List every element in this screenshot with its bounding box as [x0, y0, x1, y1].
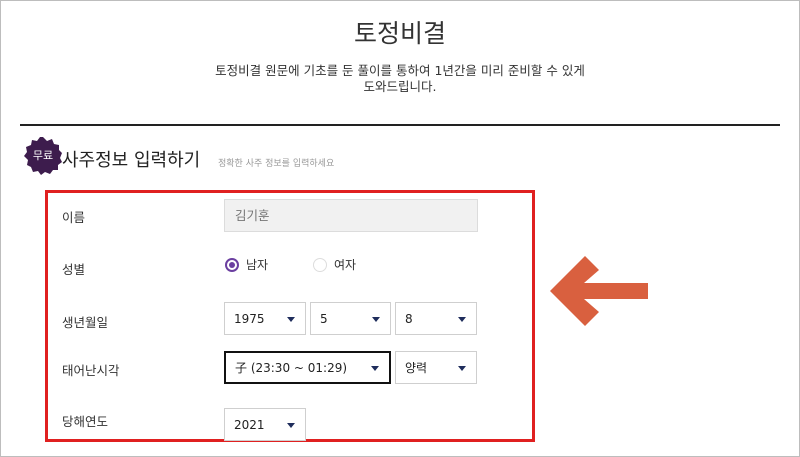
gender-option-female[interactable]: 여자 [313, 256, 356, 273]
radio-unselected-icon[interactable] [313, 257, 327, 272]
radio-selected-icon[interactable] [225, 257, 239, 272]
section-title: 사주정보 입력하기 [62, 150, 201, 171]
birth-year-value: 1975 [234, 311, 265, 326]
page-description-line2: 도와드립니다. [363, 79, 437, 94]
gender-female-label: 여자 [334, 258, 357, 272]
gender-male-label: 남자 [246, 258, 269, 272]
caret-down-icon [458, 316, 466, 322]
current-year-value: 2021 [234, 417, 265, 432]
gender-label: 성별 [62, 262, 86, 277]
caret-down-icon [287, 422, 295, 428]
section-subtitle: 정확한 사주 정보를 입력하세요 [218, 159, 335, 169]
birth-day-value: 8 [405, 311, 413, 326]
caret-down-icon [458, 365, 466, 371]
name-label: 이름 [62, 210, 86, 225]
section-divider [20, 124, 780, 126]
caret-down-icon [287, 316, 295, 322]
gender-option-male[interactable]: 남자 [225, 256, 268, 273]
current-year-select[interactable]: 2021 [224, 408, 306, 441]
caret-down-icon [372, 316, 380, 322]
birth-year-select[interactable]: 1975 [224, 302, 306, 335]
calendar-type-value: 양력 [405, 361, 428, 375]
caret-down-icon [371, 365, 379, 371]
badge-label: 무료 [32, 149, 54, 162]
birth-month-select[interactable]: 5 [310, 302, 391, 335]
calendar-type-select[interactable]: 양력 [395, 351, 477, 384]
birth-time-label: 태어난시각 [62, 363, 120, 378]
current-year-label: 당해연도 [62, 414, 109, 429]
page-title: 토정비결 [353, 19, 446, 48]
free-badge: 무료 [24, 137, 62, 175]
left-arrow-icon [550, 256, 648, 326]
birth-time-value: 子 (23:30 ~ 01:29) [235, 361, 348, 375]
birth-day-select[interactable]: 8 [395, 302, 477, 335]
birthdate-label: 생년월일 [62, 315, 109, 330]
birth-month-value: 5 [320, 311, 328, 326]
name-input[interactable] [224, 199, 478, 232]
birth-time-select[interactable]: 子 (23:30 ~ 01:29) [224, 351, 391, 384]
